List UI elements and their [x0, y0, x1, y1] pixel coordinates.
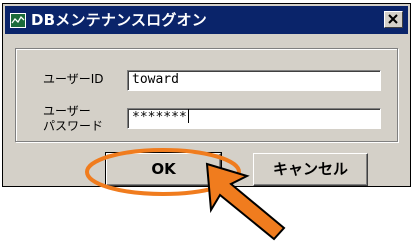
screenshot-stage: DBメンテナンスログオン ユーザーID toward ユーザー パスワード **…: [0, 0, 414, 241]
password-value: *******: [132, 110, 187, 125]
close-button[interactable]: [384, 11, 403, 28]
window-title: DBメンテナンスログオン: [31, 11, 207, 29]
password-label-line2: パスワード: [43, 119, 104, 133]
password-input[interactable]: *******: [127, 108, 381, 129]
title-bar[interactable]: DBメンテナンスログオン: [5, 6, 408, 34]
cancel-button[interactable]: キャンセル: [253, 153, 368, 186]
ok-button[interactable]: OK: [105, 152, 222, 187]
password-label-line1: ユーザー: [43, 104, 91, 118]
app-window-icon: [10, 13, 26, 28]
logon-dialog: DBメンテナンスログオン ユーザーID toward ユーザー パスワード **…: [2, 3, 411, 187]
user-id-label: ユーザーID: [43, 72, 104, 86]
text-caret: [187, 109, 189, 123]
user-id-input[interactable]: toward: [127, 70, 381, 91]
close-icon: [388, 14, 398, 24]
